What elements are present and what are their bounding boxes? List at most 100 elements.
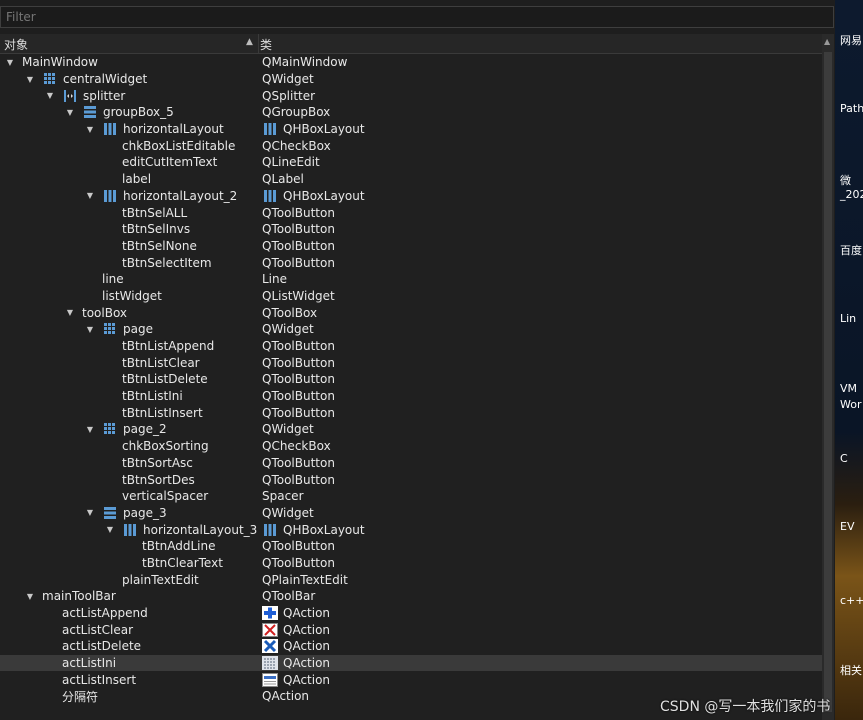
tree-row[interactable]: chkBoxListEditable QCheckBox bbox=[0, 137, 822, 154]
object-name-cell: actListIni bbox=[44, 655, 116, 672]
tree-row[interactable]: ▼ page QWidget bbox=[0, 321, 822, 338]
tree-row[interactable]: tBtnListAppend QToolButton bbox=[0, 338, 822, 355]
object-name: horizontalLayout bbox=[123, 122, 224, 137]
expand-arrow-icon[interactable]: ▼ bbox=[24, 592, 36, 601]
scroll-thumb[interactable] bbox=[824, 52, 832, 712]
expand-arrow-icon[interactable]: ▼ bbox=[64, 308, 76, 317]
tree-row[interactable]: verticalSpacer Spacer bbox=[0, 488, 822, 505]
tree-row[interactable]: actListIni QAction bbox=[0, 654, 822, 672]
tree-row[interactable]: actListDelete QAction bbox=[0, 638, 822, 655]
tree-row[interactable]: plainTextEdit QPlainTextEdit bbox=[0, 571, 822, 588]
tree-row[interactable]: tBtnSelNone QToolButton bbox=[0, 238, 822, 255]
tree-row[interactable]: tBtnSortAsc QToolButton bbox=[0, 455, 822, 472]
tree-row[interactable]: chkBoxSorting QCheckBox bbox=[0, 438, 822, 455]
expand-arrow-icon[interactable]: ▼ bbox=[84, 325, 96, 334]
tree-rows: ▼ MainWindow QMainWindow ▼ centralWidget QWid… bbox=[0, 54, 822, 705]
desktop-shortcut-icon[interactable] bbox=[837, 286, 863, 308]
tree-row[interactable]: editCutItemText QLineEdit bbox=[0, 154, 822, 171]
class-name-cell: QToolButton bbox=[262, 338, 335, 355]
tree-row[interactable]: ▼ toolBox QToolBox bbox=[0, 304, 822, 321]
expand-arrow-icon[interactable]: ▼ bbox=[84, 425, 96, 434]
expand-arrow-icon[interactable]: ▼ bbox=[104, 525, 116, 534]
expand-arrow-icon[interactable]: ▼ bbox=[44, 91, 56, 100]
object-name: chkBoxListEditable bbox=[122, 138, 236, 153]
object-name-cell: ▼ mainToolBar bbox=[24, 588, 116, 605]
desktop-shortcut-icon[interactable] bbox=[837, 162, 863, 184]
tree-row[interactable]: actListInsert QAction bbox=[0, 671, 822, 688]
class-name: Spacer bbox=[262, 489, 304, 504]
class-name-cell: QWidget bbox=[262, 71, 314, 88]
vertical-scrollbar[interactable]: ▲ bbox=[822, 34, 834, 720]
desktop-shortcut-icon[interactable] bbox=[837, 76, 863, 98]
desktop-shortcut-icon[interactable] bbox=[837, 568, 863, 590]
tree-row[interactable]: tBtnListIni QToolButton bbox=[0, 388, 822, 405]
splitter-icon bbox=[62, 89, 78, 103]
desktop-shortcut-icon[interactable] bbox=[837, 494, 863, 516]
tree-row[interactable]: tBtnSortDes QToolButton bbox=[0, 471, 822, 488]
scroll-up-arrow-icon[interactable]: ▲ bbox=[824, 37, 830, 46]
insert-icon bbox=[262, 672, 278, 687]
tree-row[interactable]: listWidget QListWidget bbox=[0, 288, 822, 305]
tree-row[interactable]: ▼ mainToolBar QToolBar bbox=[0, 588, 822, 605]
class-name-cell: QToolButton bbox=[262, 538, 335, 555]
grid-layout-icon bbox=[42, 72, 58, 86]
class-name-cell: QToolBox bbox=[262, 304, 317, 321]
class-name-cell: QToolButton bbox=[262, 455, 335, 472]
tree-row[interactable]: tBtnAddLine QToolButton bbox=[0, 538, 822, 555]
tree-row[interactable]: tBtnListClear QToolButton bbox=[0, 354, 822, 371]
tree-row[interactable]: ▼ splitter QSplitter bbox=[0, 87, 822, 104]
class-name-cell: QToolButton bbox=[262, 238, 335, 255]
object-name: tBtnSortAsc bbox=[122, 455, 193, 470]
tree-row[interactable]: ▼ centralWidget QWidget bbox=[0, 71, 822, 88]
expand-arrow-icon[interactable]: ▼ bbox=[84, 125, 96, 134]
object-name: tBtnListClear bbox=[122, 355, 200, 370]
tree-row[interactable]: line Line bbox=[0, 271, 822, 288]
tree-row[interactable]: actListClear QAction bbox=[0, 621, 822, 638]
tree-row[interactable]: ▼ horizontalLayout QHBoxLayout bbox=[0, 121, 822, 138]
tree-header: 对象 ▲ 类 bbox=[0, 34, 822, 54]
tree-row[interactable]: ▼ horizontalLayout_2 QHBoxLayout bbox=[0, 188, 822, 205]
expand-arrow-icon[interactable]: ▼ bbox=[84, 191, 96, 200]
class-name: QToolButton bbox=[262, 205, 335, 220]
tree-row[interactable]: ▼ groupBox_5 QGroupBox bbox=[0, 104, 822, 121]
object-name-cell: tBtnListDelete bbox=[104, 371, 208, 388]
expand-arrow-icon[interactable]: ▼ bbox=[24, 75, 36, 84]
desktop-shortcut-icon[interactable] bbox=[837, 636, 863, 658]
class-name-cell: QAction bbox=[262, 688, 309, 705]
sort-ascending-icon: ▲ bbox=[246, 37, 253, 47]
desktop-shortcut-icon[interactable] bbox=[837, 216, 863, 238]
object-name-cell: actListDelete bbox=[44, 638, 141, 655]
header-divider[interactable] bbox=[258, 34, 259, 53]
header-class-column[interactable]: 类 bbox=[260, 36, 272, 53]
object-name-cell: actListInsert bbox=[44, 671, 136, 688]
tree-row[interactable]: ▼ page_2 QWidget bbox=[0, 421, 822, 438]
tree-row[interactable]: ▼ MainWindow QMainWindow bbox=[0, 54, 822, 71]
object-name-cell: tBtnSortAsc bbox=[104, 455, 193, 472]
tree-row[interactable]: ▼ horizontalLayout_3 QHBoxLayout bbox=[0, 521, 822, 538]
filter-input[interactable] bbox=[1, 7, 833, 27]
tree-row[interactable]: tBtnClearText QToolButton bbox=[0, 555, 822, 572]
class-name-cell: QAction bbox=[262, 621, 330, 638]
hbox-layout-icon bbox=[122, 523, 138, 537]
expand-arrow-icon[interactable]: ▼ bbox=[64, 108, 76, 117]
object-name: splitter bbox=[83, 88, 126, 103]
tree-row[interactable]: tBtnSelALL QToolButton bbox=[0, 204, 822, 221]
desktop-shortcut-icon[interactable] bbox=[837, 426, 863, 448]
desktop-shortcut-icon[interactable] bbox=[837, 6, 863, 28]
object-name: label bbox=[122, 172, 152, 187]
expand-arrow-icon[interactable]: ▼ bbox=[84, 508, 96, 517]
class-name-cell: QToolBar bbox=[262, 588, 315, 605]
expand-arrow-icon[interactable]: ▼ bbox=[4, 58, 16, 67]
tree-row[interactable]: actListAppend QAction bbox=[0, 605, 822, 622]
header-object-column[interactable]: 对象 bbox=[4, 36, 28, 53]
tree-row[interactable]: tBtnListDelete QToolButton bbox=[0, 371, 822, 388]
desktop-shortcut-icon[interactable] bbox=[837, 372, 863, 394]
tree-row[interactable]: tBtnSelInvs QToolButton bbox=[0, 221, 822, 238]
class-name-cell: QToolButton bbox=[262, 471, 335, 488]
tree-row[interactable]: tBtnListInsert QToolButton bbox=[0, 404, 822, 421]
tree-row[interactable]: label QLabel bbox=[0, 171, 822, 188]
tree-row[interactable]: tBtnSelectItem QToolButton bbox=[0, 254, 822, 271]
tree-row[interactable]: ▼ page_3 QWidget bbox=[0, 505, 822, 522]
class-name: QToolButton bbox=[262, 355, 335, 370]
delete-x-icon bbox=[262, 639, 278, 654]
